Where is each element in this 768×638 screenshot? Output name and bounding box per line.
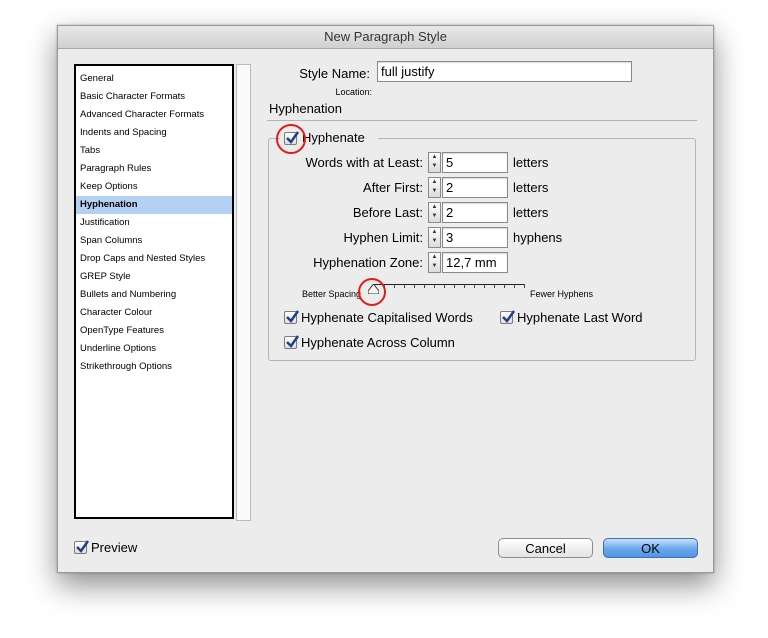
sidebar-item-hyphenation[interactable]: Hyphenation xyxy=(76,196,232,214)
sidebar-item-tabs[interactable]: Tabs xyxy=(76,142,232,160)
sidebar-item-character-colour[interactable]: Character Colour xyxy=(76,304,232,322)
ok-button[interactable]: OK xyxy=(603,538,698,558)
slider-right-label: Fewer Hyphens xyxy=(530,289,594,299)
hyphenation-zone-input[interactable]: 12,7 mm xyxy=(442,252,508,273)
slider-tick xyxy=(414,284,415,288)
slider-tick xyxy=(464,284,465,288)
checkmark-icon xyxy=(286,310,300,323)
preview-label: Preview xyxy=(91,540,138,555)
last-word-checkbox[interactable] xyxy=(500,310,516,324)
hyphen-limit-input[interactable]: 3 xyxy=(442,227,508,248)
sidebar-item-span-columns[interactable]: Span Columns xyxy=(76,232,232,250)
after-first-input[interactable]: 2 xyxy=(442,177,508,198)
sidebar-item-underline-options[interactable]: Underline Options xyxy=(76,340,232,358)
hyphenation-zone-stepper[interactable]: ▲ ▼ xyxy=(428,252,441,273)
category-list-scrollbar[interactable] xyxy=(236,64,251,521)
style-name-input[interactable]: full justify xyxy=(377,61,632,82)
before-last-input[interactable]: 2 xyxy=(442,202,508,223)
slider-tick xyxy=(484,284,485,288)
slider-tick xyxy=(424,284,425,288)
style-name-label: Style Name: xyxy=(299,66,370,81)
sidebar-item-justification[interactable]: Justification xyxy=(76,214,232,232)
annotation-circle xyxy=(358,278,386,306)
after-first-stepper[interactable]: ▲ ▼ xyxy=(428,177,441,198)
category-list[interactable]: General Basic Character Formats Advanced C… xyxy=(74,64,234,519)
words-min-input[interactable]: 5 xyxy=(442,152,508,173)
hyphen-limit-label: Hyphen Limit: xyxy=(343,230,423,245)
sidebar-item-bullets-and-numbering[interactable]: Bullets and Numbering xyxy=(76,286,232,304)
cancel-button[interactable]: Cancel xyxy=(498,538,593,558)
sidebar-item-grep-style[interactable]: GREP Style xyxy=(76,268,232,286)
new-paragraph-style-dialog: New Paragraph Style General Basic Charact… xyxy=(57,25,714,573)
sidebar-item-general[interactable]: General xyxy=(76,70,232,88)
sidebar-item-drop-caps-and-nested-styles[interactable]: Drop Caps and Nested Styles xyxy=(76,250,232,268)
slider-tick xyxy=(504,284,505,288)
before-last-unit: letters xyxy=(513,205,549,220)
last-word-label: Hyphenate Last Word xyxy=(517,310,643,325)
across-column-checkbox[interactable] xyxy=(284,335,300,349)
words-min-label: Words with at Least: xyxy=(305,155,423,170)
sidebar-item-indents-and-spacing[interactable]: Indents and Spacing xyxy=(76,124,232,142)
window-title: New Paragraph Style xyxy=(58,26,713,49)
checkmark-icon xyxy=(76,540,90,553)
before-last-label: Before Last: xyxy=(352,205,423,220)
slider-tick xyxy=(514,284,515,288)
slider-tick xyxy=(404,284,405,288)
hyphen-limit-unit: hyphens xyxy=(513,230,563,245)
annotation-circle xyxy=(276,124,306,154)
checkmark-icon xyxy=(286,335,300,348)
after-first-unit: letters xyxy=(513,180,549,195)
before-last-stepper[interactable]: ▲ ▼ xyxy=(428,202,441,223)
capitalised-label: Hyphenate Capitalised Words xyxy=(301,310,473,325)
hyphenation-zone-label: Hyphenation Zone: xyxy=(313,255,423,270)
slider-tick xyxy=(394,284,395,288)
section-title: Hyphenation xyxy=(269,101,342,116)
sidebar-item-advanced-character-formats[interactable]: Advanced Character Formats xyxy=(76,106,232,124)
checkmark-icon xyxy=(502,310,516,323)
hyphen-limit-stepper[interactable]: ▲ ▼ xyxy=(428,227,441,248)
slider-tick xyxy=(524,284,525,288)
sidebar-item-keep-options[interactable]: Keep Options xyxy=(76,178,232,196)
slider-tick xyxy=(494,284,495,288)
slider-tick xyxy=(434,284,435,288)
words-min-unit: letters xyxy=(513,155,549,170)
sidebar-item-strikethrough-options[interactable]: Strikethrough Options xyxy=(76,358,232,376)
slider-tick xyxy=(474,284,475,288)
words-min-stepper[interactable]: ▲ ▼ xyxy=(428,152,441,173)
slider-left-label: Better Spacing xyxy=(302,289,362,299)
hyphenation-slider[interactable] xyxy=(374,284,524,285)
location-label: Location: xyxy=(335,87,372,97)
sidebar-item-paragraph-rules[interactable]: Paragraph Rules xyxy=(76,160,232,178)
sidebar-item-opentype-features[interactable]: OpenType Features xyxy=(76,322,232,340)
slider-tick xyxy=(454,284,455,288)
capitalised-checkbox[interactable] xyxy=(284,310,300,324)
hyphenate-label: Hyphenate xyxy=(302,130,365,145)
slider-tick xyxy=(444,284,445,288)
section-divider xyxy=(267,120,697,121)
across-column-label: Hyphenate Across Column xyxy=(301,335,455,350)
sidebar-item-basic-character-formats[interactable]: Basic Character Formats xyxy=(76,88,232,106)
preview-checkbox[interactable] xyxy=(74,540,90,554)
after-first-label: After First: xyxy=(363,180,423,195)
